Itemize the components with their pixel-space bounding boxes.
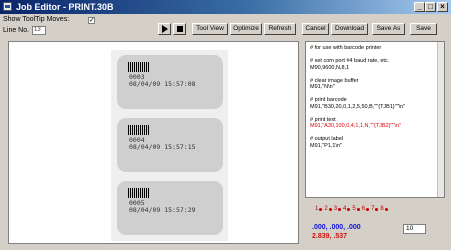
cancel-button[interactable]: Cancel	[302, 23, 329, 35]
barcode-bar	[133, 188, 135, 198]
label-preview: 0004 08/04/09 15:57:15	[117, 118, 223, 172]
port-dot-icon	[328, 207, 332, 211]
port-dot-icon	[366, 207, 370, 211]
barcode-bar	[135, 62, 138, 72]
port-indicator: 2	[324, 206, 332, 212]
maximize-button[interactable]: □	[425, 2, 436, 12]
barcode-bar	[132, 125, 133, 135]
barcode-bar	[128, 125, 129, 135]
barcode-bar	[144, 188, 145, 198]
barcode-bar	[128, 188, 129, 198]
job-editor-window: Job Editor - PRINT.30B _ □ × Show ToolTi…	[0, 0, 451, 250]
barcode-bar	[139, 188, 142, 198]
status-panel: 12345678 .000, .000, .000 2.839, .537 10	[305, 199, 445, 244]
barcode-bar	[132, 62, 133, 72]
barcode-bar	[138, 62, 139, 72]
port-dot-icon	[319, 207, 323, 211]
barcode-bar	[145, 62, 148, 72]
stop-icon	[176, 26, 183, 32]
barcode-icon	[128, 188, 150, 198]
barcode-bar	[135, 125, 138, 135]
port-number: 6	[361, 206, 366, 212]
port-number: 8	[380, 206, 384, 212]
minimize-button[interactable]: _	[414, 2, 425, 12]
close-button[interactable]: ×	[437, 2, 448, 12]
port-indicator: 3	[333, 206, 342, 212]
barcode-bar	[148, 62, 150, 72]
barcode-bar	[138, 125, 139, 135]
save-button[interactable]: Save	[410, 23, 437, 35]
barcode-bar	[129, 125, 132, 135]
label-preview: 0003 08/04/09 15:57:08	[117, 55, 223, 109]
coordinate-readout: .000, .000, .000	[312, 224, 361, 231]
barcode-bar	[145, 125, 148, 135]
port-number: 3	[333, 206, 338, 212]
barcode-bar	[144, 125, 145, 135]
zoom-input[interactable]: 10	[403, 224, 426, 234]
port-number: 4	[343, 206, 347, 212]
port-dot-icon	[338, 207, 342, 211]
port-indicator: 5	[352, 206, 360, 212]
port-number: 7	[371, 206, 375, 212]
label-timestamp: 08/04/09 15:57:15	[129, 143, 196, 151]
port-number: 1	[315, 206, 319, 212]
show-tooltip-checkbox[interactable]: ✓	[88, 17, 95, 24]
code-line[interactable]: M91,"P1,1\n"	[310, 143, 441, 150]
port-dot-icon	[356, 207, 360, 211]
barcode-bar	[133, 62, 135, 72]
barcode-bar	[138, 188, 139, 198]
port-dot-icon	[347, 207, 351, 211]
barcode-bar	[129, 188, 132, 198]
play-icon	[161, 25, 168, 33]
barcode-bar	[128, 62, 129, 72]
barcode-bar	[139, 62, 142, 72]
port-indicator: 8	[380, 206, 388, 212]
barcode-bar	[129, 62, 132, 72]
barcode-bar	[133, 125, 135, 135]
refresh-button[interactable]: Refresh	[264, 23, 296, 35]
label-sheet: 0003 08/04/09 15:57:08 0004 08/04/09 15:…	[111, 50, 228, 241]
stop-button[interactable]	[173, 23, 186, 35]
save-as-button[interactable]: Save As	[372, 23, 405, 35]
port-indicator: 7	[371, 206, 379, 212]
window-title: Job Editor - PRINT.30B	[16, 2, 114, 12]
port-indicators: 12345678	[315, 206, 388, 212]
barcode-bar	[148, 188, 150, 198]
barcode-icon	[128, 62, 150, 72]
code-lines: # for use with barcode printer # set com …	[310, 45, 441, 149]
port-dot-icon	[384, 207, 388, 211]
position-readout: 2.839, .537	[312, 233, 348, 240]
barcode-bar	[145, 188, 148, 198]
port-number: 2	[324, 206, 328, 212]
barcode-bar	[142, 125, 144, 135]
tool-view-button[interactable]: Tool View	[192, 23, 228, 35]
barcode-bar	[148, 125, 150, 135]
port-indicator: 4	[343, 206, 351, 212]
barcode-bar	[144, 62, 145, 72]
line-no-input[interactable]: 13	[32, 26, 46, 35]
label-preview: 0005 08/04/09 15:57:29	[117, 181, 223, 235]
show-tooltip-label: Show ToolTip Moves:	[3, 16, 70, 23]
label-timestamp: 08/04/09 15:57:08	[129, 80, 196, 88]
barcode-bar	[139, 125, 142, 135]
title-bar: Job Editor - PRINT.30B _ □ ×	[0, 0, 451, 14]
app-icon	[3, 2, 12, 11]
label-timestamp: 08/04/09 15:57:29	[129, 206, 196, 214]
barcode-bar	[132, 188, 133, 198]
download-button[interactable]: Download	[331, 23, 368, 35]
barcode-bar	[142, 62, 144, 72]
barcode-bar	[142, 188, 144, 198]
barcode-bar	[135, 188, 138, 198]
port-indicator: 6	[361, 206, 370, 212]
port-number: 5	[352, 206, 356, 212]
optimize-button[interactable]: Optimize	[230, 23, 262, 35]
code-editor[interactable]: # for use with barcode printer # set com …	[305, 41, 445, 198]
line-no-label: Line No.	[3, 27, 30, 34]
play-button[interactable]	[158, 23, 171, 35]
editor-scrollbar[interactable]	[437, 42, 444, 197]
barcode-icon	[128, 125, 150, 135]
port-indicator: 1	[315, 206, 323, 212]
port-dot-icon	[375, 207, 379, 211]
